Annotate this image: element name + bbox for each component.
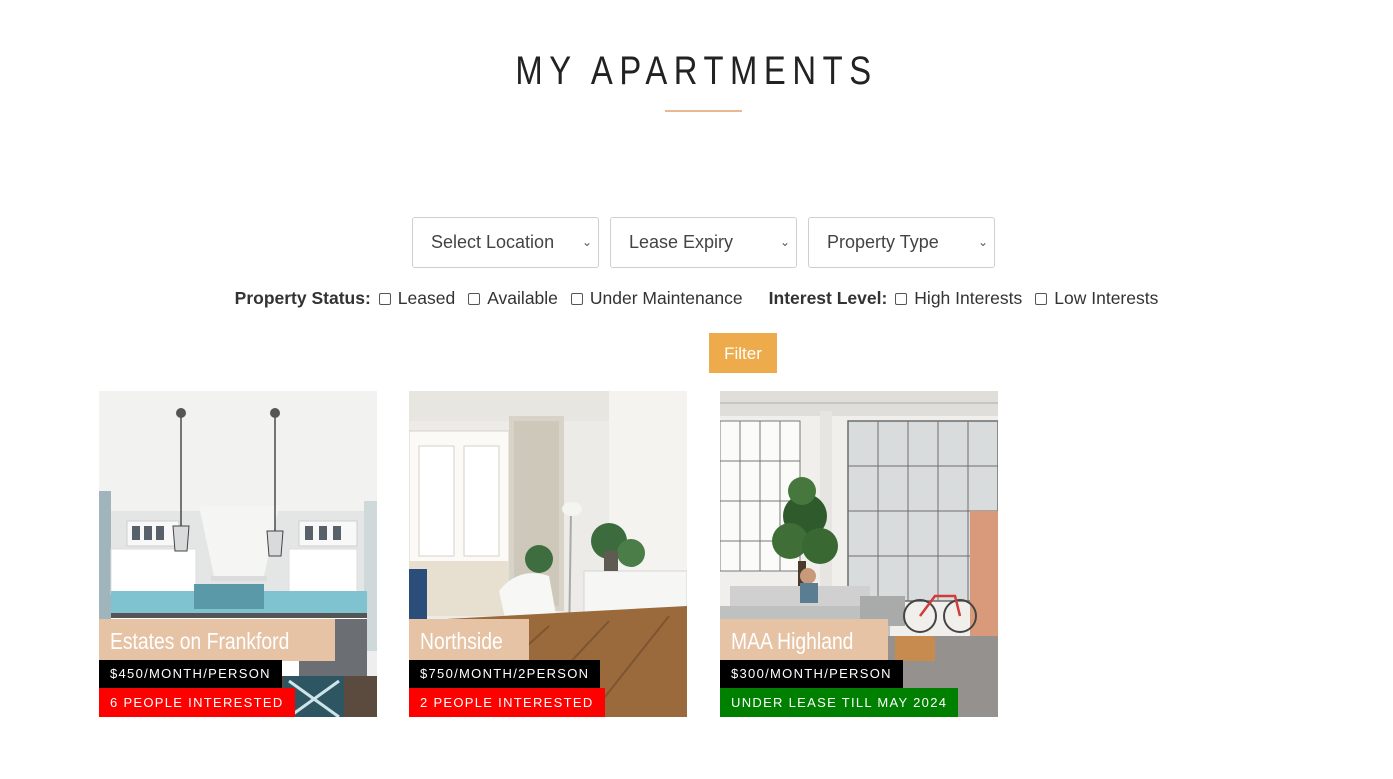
location-select[interactable]: Select Location ⌄ [412,217,599,268]
apartment-price: $750/MONTH/2PERSON [409,660,601,688]
leased-option[interactable]: Leased [378,288,456,309]
apartment-name-text: Estates on Frankford [110,628,290,654]
high-interests-label: High Interests [914,288,1023,308]
lease-expiry-select[interactable]: Lease Expiry ⌄ [610,217,797,268]
available-option[interactable]: Available [468,288,558,309]
apartment-name: Northside [409,619,530,661]
apartment-price: $300/MONTH/PERSON [720,660,903,688]
chevron-down-icon: ⌄ [779,235,790,249]
property-status-label: Property Status: [234,288,371,308]
low-interests-checkbox[interactable] [1035,292,1048,305]
under-maintenance-checkbox[interactable] [570,292,583,305]
apartment-name: MAA Highland [720,619,888,661]
property-type-select-value: Property Type [827,232,939,252]
lease-expiry-select-value: Lease Expiry [629,232,734,252]
apartment-name-text: Northside [420,628,503,654]
apartment-name-text: MAA Highland [731,628,854,654]
page-title: MY APARTMENTS [515,49,878,93]
property-status-group: Property Status: Leased Available Under … [235,288,743,309]
apartment-interest-badge: 2 PEOPLE INTERESTED [409,688,605,717]
high-interests-checkbox[interactable] [895,292,908,305]
title-underline [665,110,742,112]
available-label: Available [487,288,558,308]
filter-button[interactable]: Filter [709,333,777,373]
interest-level-group: Interest Level: High Interests Low Inter… [769,288,1159,309]
interest-level-label: Interest Level: [768,288,888,308]
apartment-lease-badge: UNDER LEASE TILL MAY 2024 [720,688,959,717]
high-interests-option[interactable]: High Interests [895,288,1022,309]
location-select-value: Select Location [431,232,555,252]
apartment-price: $450/MONTH/PERSON [99,660,282,688]
under-maintenance-option[interactable]: Under Maintenance [570,288,743,309]
low-interests-label: Low Interests [1054,288,1159,308]
apartment-card[interactable]: Estates on Frankford $450/MONTH/PERSON 6… [99,391,377,717]
leased-label: Leased [397,288,456,308]
apartment-card[interactable]: Northside $750/MONTH/2PERSON 2 PEOPLE IN… [409,391,687,717]
chevron-down-icon: ⌄ [581,235,592,249]
apartment-interest-badge: 6 PEOPLE INTERESTED [99,688,295,717]
apartment-card[interactable]: MAA Highland $300/MONTH/PERSON UNDER LEA… [720,391,998,717]
leased-checkbox[interactable] [378,292,391,305]
property-type-select[interactable]: Property Type ⌄ [808,217,995,268]
checkbox-filters: Property Status: Leased Available Under … [0,288,1393,309]
filter-selects: Select Location ⌄ Lease Expiry ⌄ Propert… [412,217,995,268]
low-interests-option[interactable]: Low Interests [1035,288,1158,309]
apartment-name: Estates on Frankford [99,619,335,661]
available-checkbox[interactable] [468,292,481,305]
under-maintenance-label: Under Maintenance [589,288,743,308]
chevron-down-icon: ⌄ [977,235,988,249]
